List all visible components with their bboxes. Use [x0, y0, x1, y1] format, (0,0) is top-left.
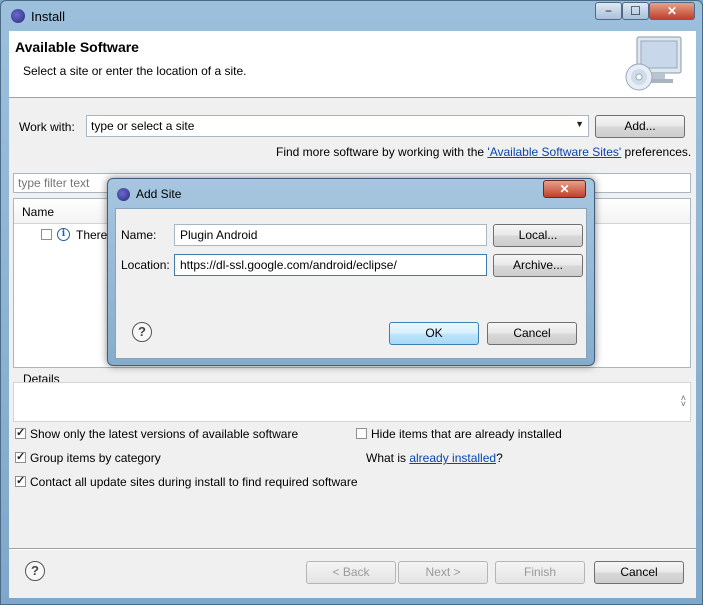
available-software-sites-link[interactable]: 'Available Software Sites' [487, 145, 621, 159]
location-field[interactable] [174, 254, 487, 276]
window-title: Install [31, 9, 65, 24]
tree-row-checkbox[interactable] [41, 229, 52, 240]
work-with-combo[interactable]: ▼ [86, 115, 589, 137]
wizard-header: Available Software Select a site or ente… [9, 31, 696, 98]
location-input[interactable] [175, 255, 481, 275]
work-with-label: Work with: [19, 120, 75, 134]
what-is-prefix: What is [366, 451, 410, 465]
hide-installed-label: Hide items that are already installed [371, 427, 562, 441]
minimize-button[interactable]: − [595, 2, 622, 20]
what-is-suffix: ? [496, 451, 503, 465]
add-site-button[interactable]: Add... [595, 115, 685, 138]
help-icon[interactable]: ? [25, 561, 45, 581]
already-installed-link[interactable]: already installed [409, 451, 496, 465]
dialog-close-button[interactable]: ✕ [543, 180, 586, 198]
ok-button[interactable]: OK [389, 322, 479, 345]
contact-sites-checkbox[interactable] [15, 474, 26, 487]
name-input[interactable] [175, 225, 481, 245]
show-latest-checkbox[interactable] [15, 426, 26, 439]
details-area: ˄ ˅ [13, 382, 691, 422]
hide-installed-checkbox[interactable] [356, 428, 367, 439]
what-is-installed-text: What is already installed? [366, 451, 503, 465]
info-icon: i [57, 228, 70, 241]
show-latest-label: Show only the latest versions of availab… [30, 427, 299, 441]
footer-separator [9, 548, 696, 550]
name-field[interactable] [174, 224, 487, 246]
find-more-prefix: Find more software by working with the [276, 145, 488, 159]
eclipse-icon [11, 9, 25, 23]
group-by-category-checkbox[interactable] [15, 450, 26, 463]
group-by-category-label: Group items by category [30, 451, 161, 465]
column-name-header[interactable]: Name [22, 205, 54, 219]
install-computer-icon [625, 36, 682, 91]
location-label: Location: [121, 258, 170, 272]
cancel-button[interactable]: Cancel [594, 561, 684, 584]
page-title: Available Software [15, 39, 139, 55]
local-button[interactable]: Local... [493, 224, 583, 247]
work-with-input[interactable] [87, 116, 575, 136]
archive-button[interactable]: Archive... [493, 254, 583, 277]
contact-sites-label: Contact all update sites during install … [30, 475, 358, 489]
page-subtitle: Select a site or enter the location of a… [23, 64, 247, 78]
back-button[interactable]: < Back [306, 561, 396, 584]
eclipse-icon [117, 188, 130, 201]
find-more-suffix: preferences. [621, 145, 692, 159]
dialog-cancel-button[interactable]: Cancel [487, 322, 577, 345]
dropdown-arrow-icon[interactable]: ▼ [575, 119, 584, 129]
next-button[interactable]: Next > [398, 561, 488, 584]
tree-row-text: There [76, 228, 108, 242]
close-button[interactable]: ✕ [649, 2, 695, 20]
scroll-spinner-icon[interactable]: ˄ ˅ [681, 394, 686, 409]
title-bar[interactable]: Install − ☐ ✕ [1, 1, 702, 31]
add-site-dialog: Add Site ✕ Name: Local... Location: Arch… [107, 178, 595, 366]
maximize-button[interactable]: ☐ [622, 2, 649, 20]
finish-button[interactable]: Finish [495, 561, 585, 584]
name-label: Name: [121, 228, 157, 242]
dialog-client-area: Name: Local... Location: Archive... ? OK… [115, 208, 587, 359]
dialog-title: Add Site [136, 187, 182, 201]
find-more-text: Find more software by working with the '… [276, 145, 691, 159]
dialog-help-icon[interactable]: ? [132, 322, 152, 342]
